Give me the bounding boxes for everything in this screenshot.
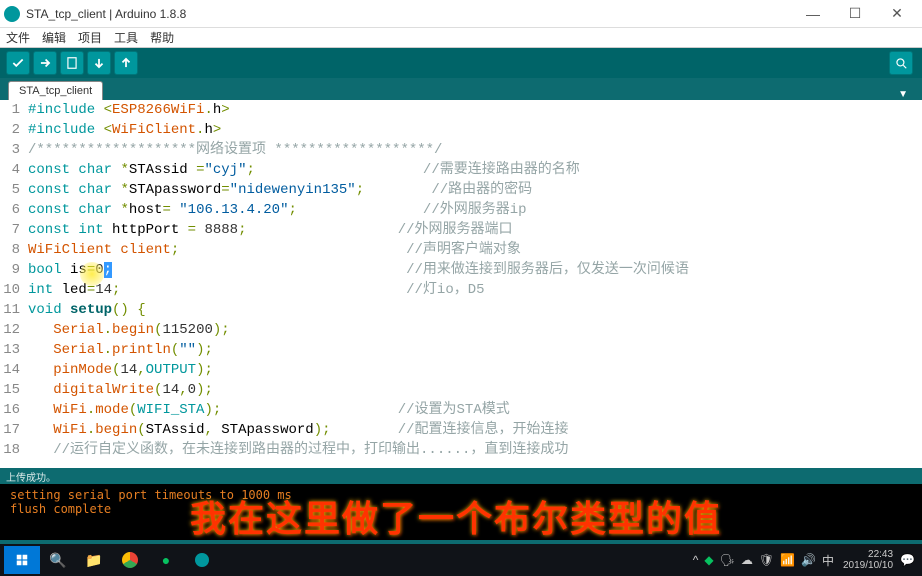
menu-edit[interactable]: 编辑 [42,29,66,46]
code-line[interactable]: 10int led=14; //灯io，D5 [0,280,922,300]
window-title: STA_tcp_client | Arduino 1.8.8 [26,7,792,21]
line-number: 8 [0,240,28,260]
tray-cloud-icon[interactable]: ☁ [741,553,753,567]
maximize-button[interactable]: ☐ [834,0,876,28]
taskbar-clock[interactable]: 22:43 2019/10/10 [843,549,897,571]
code-line[interactable]: 8WiFiClient client; //声明客户端对象 [0,240,922,260]
code-line[interactable]: 12 Serial.begin(115200); [0,320,922,340]
code-line[interactable]: 5const char *STApassword="nidewenyin135"… [0,180,922,200]
serial-monitor-button[interactable] [889,51,913,75]
line-number: 10 [0,280,28,300]
tab-bar: STA_tcp_client ▼ [0,78,922,100]
tray-volume-icon[interactable]: 🔊 [801,553,816,567]
code-line[interactable]: 14 pinMode(14,OUTPUT); [0,360,922,380]
code-line[interactable]: 18 //运行自定义函数，在未连接到路由器的过程中，打印输出......，直到连… [0,440,922,460]
code-line[interactable]: 17 WiFi.begin(STAssid, STApassword); //配… [0,420,922,440]
console-output: setting serial port timeouts to 1000 ms … [0,484,922,540]
tray-security-icon[interactable]: 🛡 [759,553,774,567]
code-line[interactable]: 2#include <WiFiClient.h> [0,120,922,140]
line-number: 12 [0,320,28,340]
line-number: 7 [0,220,28,240]
save-button[interactable] [114,51,138,75]
verify-button[interactable] [6,51,30,75]
tray-ime-icon[interactable]: 中 [822,552,834,569]
app-icon [4,6,20,22]
line-number: 3 [0,140,28,160]
line-number: 1 [0,100,28,120]
code-line[interactable]: 16 WiFi.mode(WIFI_STA); //设置为STA模式 [0,400,922,420]
code-content[interactable]: WiFi.begin(STAssid, STApassword); //配置连接… [28,420,922,440]
open-button[interactable] [87,51,111,75]
tray-app-icon[interactable]: ◆ [704,553,713,567]
toolbar [0,48,922,78]
code-content[interactable]: bool is=0; //用来做连接到服务器后，仅发送一次问候语 [28,260,922,280]
line-number: 15 [0,380,28,400]
code-line[interactable]: 7const int httpPort = 8888; //外网服务器端口 [0,220,922,240]
tray-bluetooth-icon[interactable]: 🗣 [720,553,735,567]
close-button[interactable]: ✕ [876,0,918,28]
notification-icon[interactable]: 💬 [900,553,915,567]
code-content[interactable]: int led=14; //灯io，D5 [28,280,922,300]
search-taskbar-icon[interactable]: 🔍 [40,546,76,574]
code-content[interactable]: Serial.println(""); [28,340,922,360]
code-line[interactable]: 15 digitalWrite(14,0); [0,380,922,400]
subtitle-overlay: 我在这里做了一个布尔类型的值 [190,490,722,540]
highlight-marker [80,262,104,286]
code-line[interactable]: 9bool is=0; //用来做连接到服务器后，仅发送一次问候语 [0,260,922,280]
wechat-taskbar-icon[interactable]: ● [148,546,184,574]
line-number: 14 [0,360,28,380]
code-content[interactable]: const char *STAssid ="cyj"; //需要连接路由器的名称 [28,160,922,180]
code-line[interactable]: 6const char *host= "106.13.4.20"; //外网服务… [0,200,922,220]
line-number: 6 [0,200,28,220]
line-number: 16 [0,400,28,420]
tray-wifi-icon[interactable]: 📶 [780,553,795,567]
tray-up-icon[interactable]: ^ [693,553,699,567]
code-content[interactable]: WiFiClient client; //声明客户端对象 [28,240,922,260]
upload-button[interactable] [33,51,57,75]
code-line[interactable]: 4const char *STAssid ="cyj"; //需要连接路由器的名… [0,160,922,180]
code-content[interactable]: /*******************网络设置项 **************… [28,140,922,160]
line-number: 17 [0,420,28,440]
console-header: 上传成功。 [0,468,922,484]
code-line[interactable]: 13 Serial.println(""); [0,340,922,360]
tab-menu-arrow[interactable]: ▼ [892,89,914,100]
new-button[interactable] [60,51,84,75]
code-line[interactable]: 11void setup() { [0,300,922,320]
code-content[interactable]: Serial.begin(115200); [28,320,922,340]
code-content[interactable]: const int httpPort = 8888; //外网服务器端口 [28,220,922,240]
code-editor[interactable]: 1#include <ESP8266WiFi.h>2#include <WiFi… [0,100,922,468]
line-number: 4 [0,160,28,180]
minimize-button[interactable]: — [792,0,834,28]
code-line[interactable]: 3/*******************网络设置项 *************… [0,140,922,160]
arduino-taskbar-icon[interactable] [184,546,220,574]
code-content[interactable]: const char *STApassword="nidewenyin135";… [28,180,922,200]
folder-taskbar-icon[interactable]: 📁 [76,546,112,574]
code-line[interactable]: 1#include <ESP8266WiFi.h> [0,100,922,120]
code-content[interactable]: const char *host= "106.13.4.20"; //外网服务器… [28,200,922,220]
code-content[interactable]: #include <WiFiClient.h> [28,120,922,140]
menu-file[interactable]: 文件 [6,29,30,46]
menu-bar: 文件 编辑 项目 工具 帮助 [0,28,922,48]
code-content[interactable]: pinMode(14,OUTPUT); [28,360,922,380]
line-number: 11 [0,300,28,320]
code-content[interactable]: #include <ESP8266WiFi.h> [28,100,922,120]
code-content[interactable]: WiFi.mode(WIFI_STA); //设置为STA模式 [28,400,922,420]
sketch-tab[interactable]: STA_tcp_client [8,81,103,100]
code-content[interactable]: //运行自定义函数，在未连接到路由器的过程中，打印输出......，直到连接成功 [28,440,922,460]
chrome-taskbar-icon[interactable] [112,546,148,574]
start-button[interactable] [4,546,40,574]
line-number: 13 [0,340,28,360]
menu-tools[interactable]: 工具 [114,29,138,46]
system-tray[interactable]: ^ ◆ 🗣 ☁ 🛡 📶 🔊 中 22:43 2019/10/10 💬 [690,549,918,571]
menu-sketch[interactable]: 项目 [78,29,102,46]
line-number: 2 [0,120,28,140]
menu-help[interactable]: 帮助 [150,29,174,46]
code-content[interactable]: void setup() { [28,300,922,320]
line-number: 5 [0,180,28,200]
code-content[interactable]: digitalWrite(14,0); [28,380,922,400]
line-number: 18 [0,440,28,460]
title-bar: STA_tcp_client | Arduino 1.8.8 — ☐ ✕ [0,0,922,28]
taskbar: 🔍 📁 ● ^ ◆ 🗣 ☁ 🛡 📶 🔊 中 22:43 2019/10/10 💬 [0,544,922,576]
line-number: 9 [0,260,28,280]
